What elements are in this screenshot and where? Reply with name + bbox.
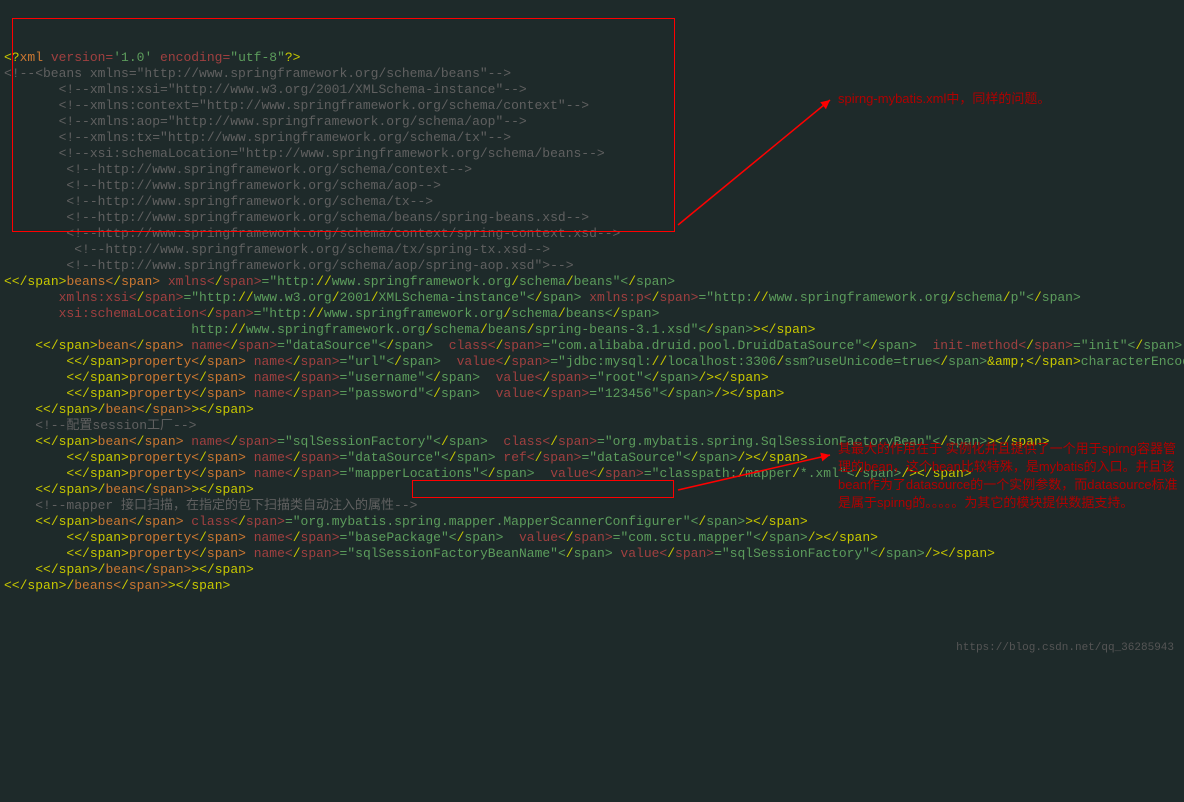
code-line: <!--xsi:schemaLocation="http://www.sprin… [4, 146, 1184, 162]
code-line: <</span>property</span> name</span>="url… [4, 354, 1184, 370]
code-line: <!--xmlns:tx="http://www.springframework… [4, 130, 1184, 146]
annotation-text-2: 其最大的作用在于 实例化并且提供了一个用于spirng容器管理的bean，这个b… [838, 440, 1178, 512]
code-line: xmlns:xsi</span>="http://www.w3.org/2001… [4, 290, 1184, 306]
code-line: <!--http://www.springframework.org/schem… [4, 194, 1184, 210]
code-line: <!--http://www.springframework.org/schem… [4, 226, 1184, 242]
code-line: <</span>beans</span> xmlns</span>="http:… [4, 274, 1184, 290]
code-line: <!--http://www.springframework.org/schem… [4, 210, 1184, 226]
code-line: <</span>/bean</span>></span> [4, 562, 1184, 578]
code-line: <!--配置session工厂--> [4, 418, 1184, 434]
annotation-text-1: spirng-mybatis.xml中，同样的问题。 [838, 90, 1168, 108]
code-line: xsi:schemaLocation</span>="http://www.sp… [4, 306, 1184, 322]
code-line: <</span>/beans</span>></span> [4, 578, 1184, 594]
code-line: <</span>property</span> name</span>="bas… [4, 530, 1184, 546]
code-line: <!--http://www.springframework.org/schem… [4, 162, 1184, 178]
code-line: <</span>property</span> name</span>="pas… [4, 386, 1184, 402]
code-line: <!--http://www.springframework.org/schem… [4, 178, 1184, 194]
watermark: https://blog.csdn.net/qq_36285943 [956, 640, 1174, 656]
code-line: <</span>/bean</span>></span> [4, 402, 1184, 418]
code-line: <!--http://www.springframework.org/schem… [4, 242, 1184, 258]
code-line: <</span>property</span> name</span>="use… [4, 370, 1184, 386]
code-line: <!--http://www.springframework.org/schem… [4, 258, 1184, 274]
code-line: http://www.springframework.org/schema/be… [4, 322, 1184, 338]
code-editor: <?xml version='1.0' encoding="utf-8"?><!… [0, 48, 1184, 594]
code-line: <!--xmlns:aop="http://www.springframewor… [4, 114, 1184, 130]
code-line: <</span>bean</span> class</span>="org.my… [4, 514, 1184, 530]
code-line: <!--<beans xmlns="http://www.springframe… [4, 66, 1184, 82]
code-line: <</span>property</span> name</span>="sql… [4, 546, 1184, 562]
code-line: <</span>bean</span> name</span>="dataSou… [4, 338, 1184, 354]
code-line: <?xml version='1.0' encoding="utf-8"?> [4, 50, 1184, 66]
